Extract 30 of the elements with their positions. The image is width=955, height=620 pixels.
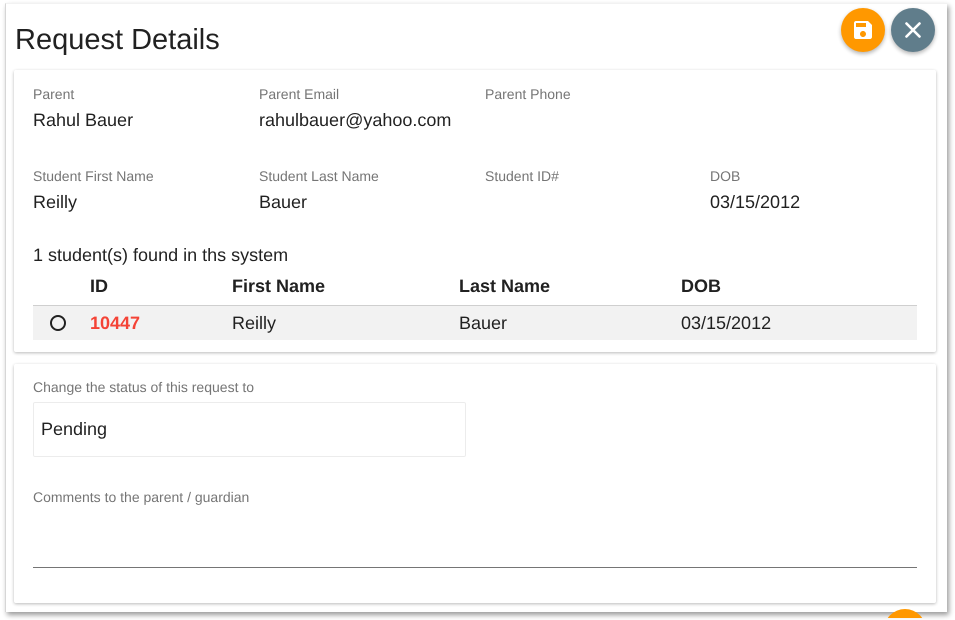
table-row[interactable]: 10447 Reilly Bauer 03/15/2012 [33,306,917,340]
column-header: DOB [681,275,721,297]
field-value: Rahul Bauer [33,109,134,132]
field-label: Student ID# [485,167,559,185]
table-cell: 03/15/2012 [681,312,772,334]
save-button[interactable] [841,8,885,52]
results-summary: 1 student(s) found in ths system [33,244,288,267]
table-cell: 10447 [90,312,140,334]
field-label: Student First Name [33,167,154,185]
column-header: Last Name [459,275,550,297]
field-label: Comments to the parent / guardian [33,488,250,506]
close-button[interactable] [891,8,935,52]
close-icon [905,22,921,38]
field-value: Reilly [33,191,78,214]
field-value: rahulbauer@yahoo.com [259,109,452,132]
field-label: DOB [710,167,740,185]
field-value: 03/15/2012 [710,191,800,214]
column-header: First Name [232,275,326,297]
table-cell: Reilly [232,312,276,334]
table-cell: Bauer [459,312,508,334]
field-label: Parent Phone [485,85,571,103]
field-label: Change the status of this request to [33,378,254,396]
status-select[interactable]: Pending [33,402,466,457]
column-header: ID [90,275,108,297]
field-label: Parent Email [259,85,340,103]
radio-button[interactable] [50,315,66,331]
field-label: Parent [33,85,74,103]
field-value: Bauer [259,191,308,214]
field-label: Student Last Name [259,167,379,185]
dialog-title: Request Details [14,23,220,58]
